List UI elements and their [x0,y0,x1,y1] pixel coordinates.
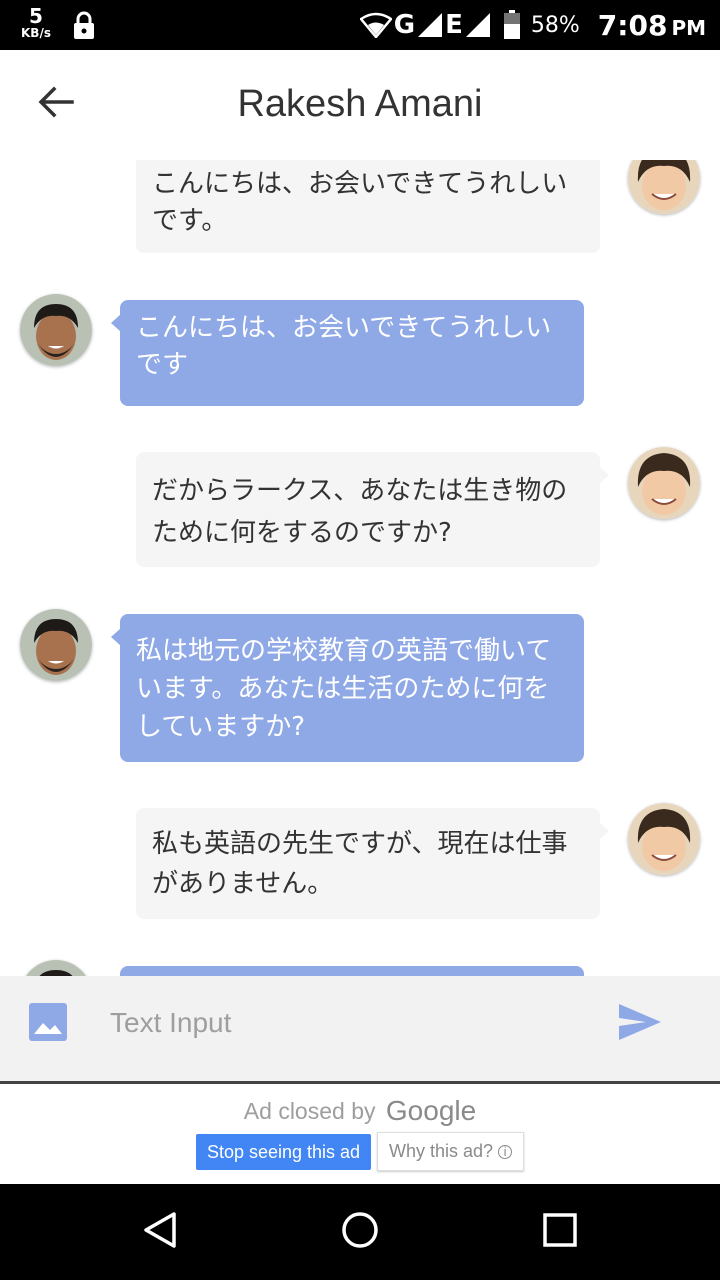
chat-messages[interactable]: こんにちは、お会いできてうれしいです。 こんにちは、お会いできてうれしいです だ… [0,160,720,976]
stop-seeing-ad-button[interactable]: Stop seeing this ad [196,1134,371,1170]
avatar-contact[interactable] [20,294,92,366]
message-composer [0,976,720,1084]
app-bar: Rakesh Amani [0,50,720,160]
battery-percentage: 58% [530,12,580,38]
message-input[interactable] [98,998,578,1048]
status-bar: 5 KB/s G E 58% 7:08 PM [0,0,720,50]
image-icon [28,1003,68,1046]
send-icon [616,1004,664,1050]
lock-icon [72,10,96,44]
message-bubble-outgoing[interactable]: だからラークス、あなたは生き物のために何をするのですか? [136,452,609,567]
nav-recents-button[interactable] [536,1208,584,1256]
message-text: こんにちは、お会いできてうれしいです。 [152,169,568,236]
why-this-ad-label: Why this ad? [388,1141,494,1161]
stop-seeing-ad-label: Stop seeing this ad [206,1141,361,1162]
info-icon: i [498,1144,513,1159]
ad-closed-label: Ad closed by Google [0,1095,720,1127]
avatar-self[interactable] [628,160,700,214]
message-text: 私も英語の先生ですが、現在は仕事がありません。 [152,829,568,899]
avatar-self[interactable] [628,803,700,875]
avatar-contact[interactable] [20,960,92,976]
status-icons: G E 58% 7:08 PM [359,8,706,42]
message-bubble-outgoing[interactable]: 私も英語の先生ですが、現在は仕事がありません。 [136,808,609,919]
system-nav-bar [0,1184,720,1280]
attach-image-button[interactable] [28,1002,68,1042]
message-text: だからラークス、あなたは生き物のために何をするのですか? [152,476,568,548]
message-bubble-incoming[interactable]: こんにちは、お会いできてうれしいです [111,300,584,406]
message-bubble-outgoing[interactable]: こんにちは、お会いできてうれしいです。 [136,160,600,253]
message-text: 私は地元の学校教育の英語で働いています。あなたは生活のために何をしていますか? [136,636,552,742]
network-type-2: E [445,10,463,40]
why-this-ad-button[interactable]: Why this ad? i [377,1132,524,1171]
clock: 7:08 [597,8,668,42]
google-logo: Google [385,1095,477,1126]
battery-icon [503,10,521,40]
signal-icon-2 [465,12,491,38]
message-text: こんにちは、お会いできてうれしいです [136,313,552,380]
triangle-back-icon [140,1210,180,1254]
avatar-self[interactable] [628,447,700,519]
ad-closed-text: Ad closed by [243,1098,376,1124]
nav-back-button[interactable] [136,1208,184,1256]
wifi-icon [359,12,392,38]
clock-ampm: PM [671,16,706,40]
send-button[interactable] [616,998,664,1046]
network-type-1: G [393,10,416,40]
network-speed: 5 KB/s [18,6,54,39]
avatar-contact[interactable] [20,609,92,681]
message-bubble-incoming[interactable]: 私は地元の学校教育の英語で働いています。あなたは生活のために何をしていますか? [111,614,584,762]
circle-home-icon [340,1210,380,1254]
nav-home-button[interactable] [336,1208,384,1256]
square-recents-icon [540,1210,580,1254]
network-speed-unit: KB/s [21,26,51,40]
ad-banner: Ad closed by Google Stop seeing this ad … [0,1087,720,1181]
signal-icon [417,12,443,38]
page-title: Rakesh Amani [237,83,483,125]
message-bubble-incoming-partial[interactable] [120,966,584,976]
network-speed-value: 5 [29,4,43,28]
